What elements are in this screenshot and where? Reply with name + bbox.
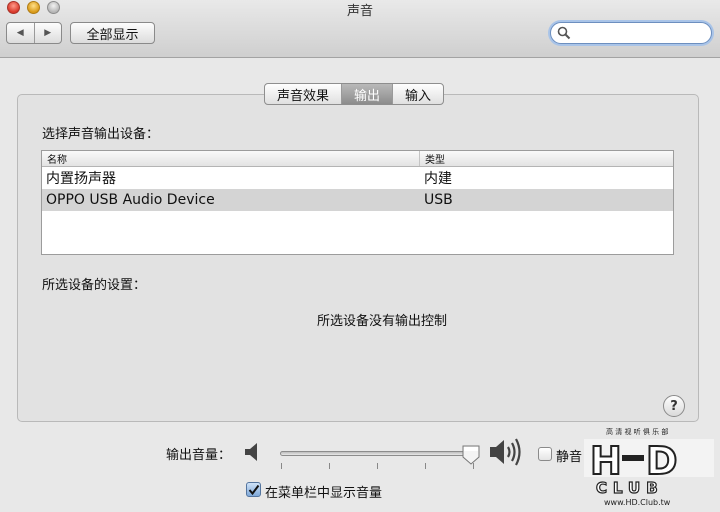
show-all-button[interactable]: 全部显示	[70, 22, 155, 44]
back-forward-control: ◀ ▶	[6, 22, 62, 44]
column-header-name[interactable]: 名称	[42, 151, 420, 166]
volume-slider-thumb[interactable]	[462, 445, 480, 465]
mute-checkbox[interactable]	[538, 447, 552, 461]
search-icon	[557, 26, 571, 40]
output-device-table: 名称 类型 内置扬声器 内建 OPPO USB Audio Device USB	[41, 150, 674, 255]
tab-output[interactable]: 输出	[341, 84, 393, 104]
speaker-low-icon[interactable]	[244, 441, 262, 463]
svg-text:CLUB: CLUB	[596, 479, 664, 497]
device-type: USB	[424, 192, 453, 208]
column-header-type[interactable]: 类型	[420, 151, 445, 166]
slider-tick	[281, 463, 282, 469]
svg-text:H: H	[590, 439, 622, 483]
table-row[interactable]: OPPO USB Audio Device USB	[42, 189, 673, 211]
show-volume-in-menu-label: 在菜单栏中显示音量	[265, 486, 383, 501]
no-output-controls-text: 所选设备没有输出控制	[316, 314, 447, 329]
tab-sound-effects[interactable]: 声音效果	[265, 84, 341, 104]
search-input[interactable]	[573, 25, 703, 41]
table-header: 名称 类型	[42, 151, 673, 167]
speaker-high-icon[interactable]	[489, 436, 525, 468]
device-name: 内置扬声器	[46, 171, 116, 187]
search-field[interactable]	[550, 22, 712, 44]
watermark-top-text: 高 清 视 听 俱 乐 部	[606, 427, 668, 436]
output-volume-label: 输出音量：	[166, 448, 232, 463]
window-title: 声音	[346, 4, 373, 19]
tab-input[interactable]: 输入	[392, 84, 443, 104]
title-bar: 声音 ◀ ▶ 全部显示	[0, 0, 720, 58]
checkmark-icon	[248, 484, 259, 495]
preferences-panel	[17, 94, 699, 422]
volume-slider[interactable]	[280, 451, 475, 456]
table-row[interactable]: 内置扬声器 内建	[42, 167, 673, 189]
tab-bar: 声音效果 输出 输入	[264, 83, 445, 105]
volume-slider-fill	[281, 452, 474, 455]
forward-icon[interactable]: ▶	[33, 23, 62, 43]
help-button[interactable]: ?	[663, 395, 685, 417]
slider-tick	[377, 463, 378, 469]
show-volume-in-menu-checkbox[interactable]	[246, 482, 261, 497]
back-icon[interactable]: ◀	[7, 23, 34, 43]
device-type: 内建	[424, 171, 452, 187]
device-name: OPPO USB Audio Device	[46, 192, 215, 208]
choose-device-label: 选择声音输出设备：	[42, 127, 160, 142]
svg-text:D: D	[646, 439, 678, 483]
slider-tick	[329, 463, 330, 469]
slider-tick	[425, 463, 426, 469]
hdclub-watermark-logo: 高 清 视 听 俱 乐 部 H D CLUB www.HD.Club.tw	[584, 427, 714, 507]
mute-label: 静音	[556, 450, 583, 465]
device-settings-label: 所选设备的设置：	[42, 278, 147, 293]
watermark-url: www.HD.Club.tw	[604, 498, 671, 507]
